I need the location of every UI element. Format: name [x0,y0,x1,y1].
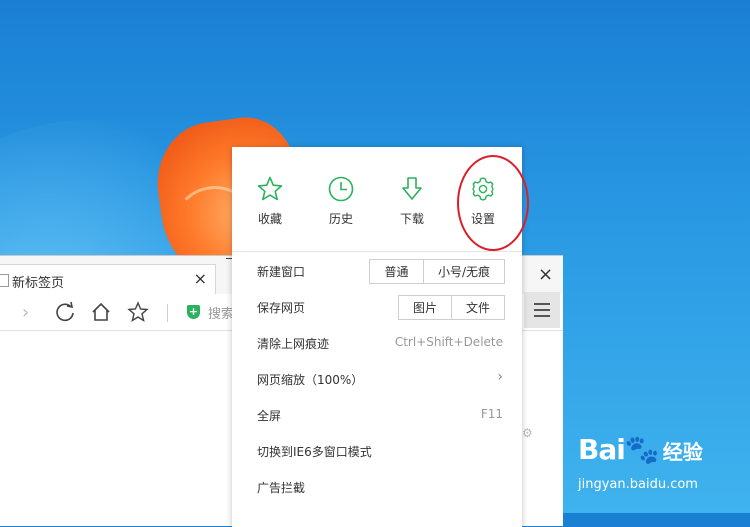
menu-item-label: 清除上网痕迹 [257,337,330,351]
save-as-image-button[interactable]: 图片 [399,296,451,319]
main-menu-dropdown: 收藏 历史 下载 设置 新建窗口 普通 小号/无痕 保存网页 图片 文件 清除上… [232,147,529,527]
menu-item-label: 广告拦截 [257,481,306,495]
annotation-circle [457,155,529,251]
favorites-label: 收藏 [257,212,282,226]
menu-item-zoom[interactable]: 网页缩放（100%） › [232,361,522,397]
menu-item-fullscreen[interactable]: 全屏 F11 [232,397,522,433]
watermark-logo: Bai [578,433,626,466]
chevron-right-icon: › [497,369,503,385]
tab-title: 新标签页 [12,276,65,291]
bookmark-star-icon[interactable] [127,301,149,328]
search-box[interactable]: 搜索 [208,303,234,322]
downloads-button[interactable]: 下载 [382,175,442,227]
menu-item-label: 新建窗口 [257,265,306,279]
menu-button[interactable] [524,292,560,328]
tab-new-tab[interactable]: 新标签页 × [0,264,216,295]
hamburger-icon [534,303,550,305]
baidu-jingyan-watermark: Bai🐾 经验 jingyan.baidu.com [578,433,703,492]
menu-item-label: 保存网页 [257,301,306,315]
window-close-button[interactable]: × [538,264,553,285]
new-incognito-window-button[interactable]: 小号/无痕 [423,260,504,283]
refresh-icon[interactable] [54,301,76,328]
shortcut-text: Ctrl+Shift+Delete [394,335,503,349]
menu-item-label: 切换到IE6多窗口模式 [257,445,372,459]
forward-icon[interactable]: › [22,302,29,323]
toolbar-divider [167,304,168,322]
save-page-segments: 图片 文件 [398,295,505,320]
settings-icon-peek: ⚙ [522,426,533,440]
save-as-file-button[interactable]: 文件 [451,296,504,319]
menu-item-clear-history[interactable]: 清除上网痕迹 Ctrl+Shift+Delete [232,325,522,361]
menu-item-save-page[interactable]: 保存网页 图片 文件 [232,289,522,325]
menu-item-label: 网页缩放（100%） [257,373,364,387]
downloads-label: 下载 [399,212,424,226]
home-icon[interactable] [90,301,112,328]
paw-icon: 🐾 [624,433,660,466]
page-icon [0,274,9,287]
watermark-logo-tail: 经验 [662,440,703,464]
tab-close-button[interactable]: × [194,269,207,288]
watermark-url: jingyan.baidu.com [578,477,698,492]
new-normal-window-button[interactable]: 普通 [370,260,423,283]
star-icon [257,176,283,201]
download-arrow-icon [402,177,422,200]
history-label: 历史 [328,212,353,226]
favorites-button[interactable]: 收藏 [240,175,300,227]
new-window-segments: 普通 小号/无痕 [369,259,505,284]
quick-actions: 收藏 历史 下载 设置 [232,147,529,252]
shortcut-text: F11 [480,407,503,421]
menu-item-ie6-mode[interactable]: 切换到IE6多窗口模式 [232,433,522,469]
shield-icon: + [187,305,200,319]
menu-item-ad-block[interactable]: 广告拦截 [232,469,522,505]
history-button[interactable]: 历史 [311,175,371,227]
menu-item-new-window[interactable]: 新建窗口 普通 小号/无痕 [232,253,522,289]
clock-icon [328,176,354,202]
menu-item-label: 全屏 [257,409,282,423]
